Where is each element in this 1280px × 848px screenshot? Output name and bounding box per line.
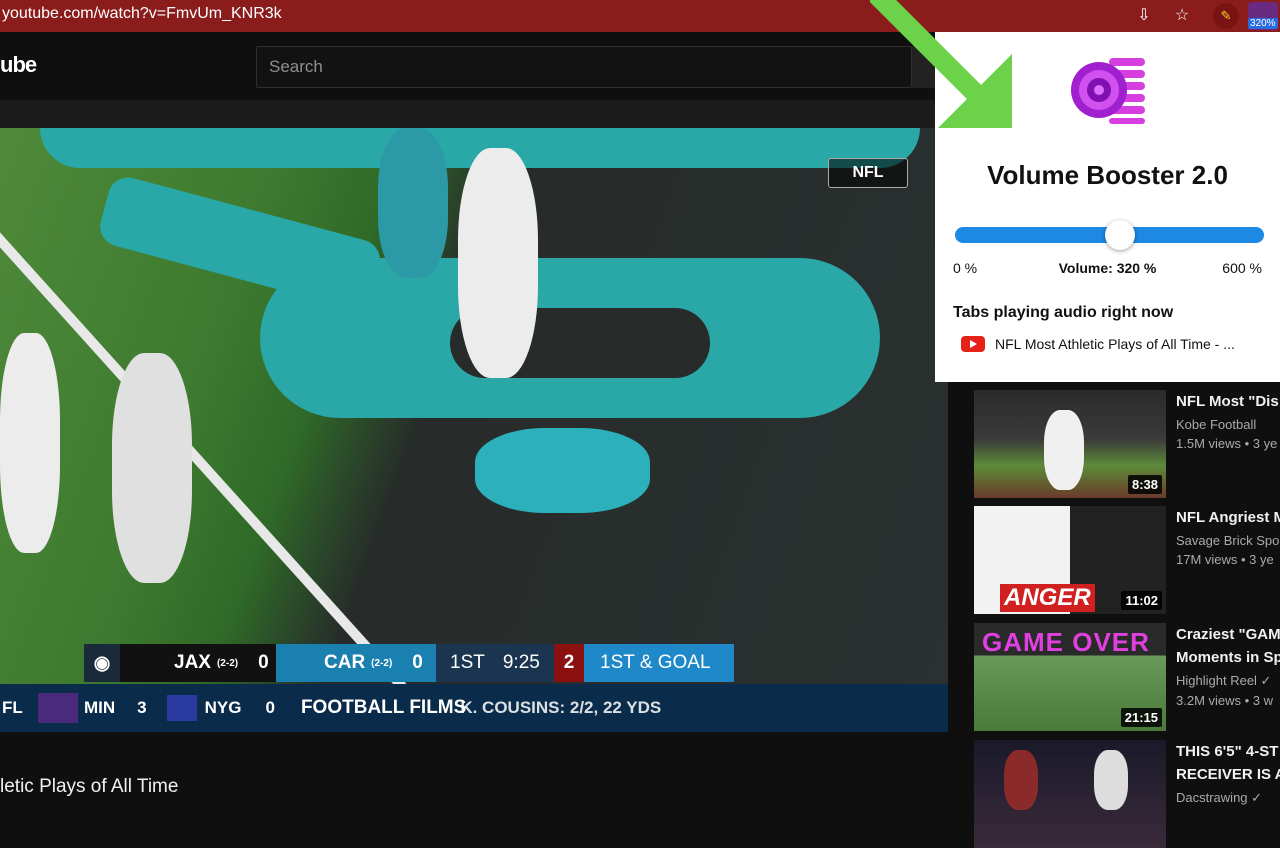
suggestion-item[interactable]: 8:38 NFL Most "Dis Kobe Football 1.5M vi…: [974, 390, 1280, 498]
thumbnail-player: [1004, 750, 1038, 810]
suggestion-info: THIS 6'5" 4-ST RECEIVER IS A Dacstrawing…: [1176, 740, 1280, 806]
score-ticker: FL MIN 3 NYG 0 FOOTBALL FILMS K. COUSINS…: [0, 684, 948, 732]
video-duration: 11:02: [1121, 591, 1162, 610]
ticker-team-a: MIN: [84, 698, 116, 717]
speaker-logo-icon: [1071, 58, 1145, 124]
ticker-label: FL: [2, 698, 23, 717]
tabs-heading: Tabs playing audio right now: [953, 304, 1174, 321]
video-title: letic Plays of All Time: [0, 776, 179, 797]
player: [0, 333, 60, 553]
suggestion-thumbnail[interactable]: GAME OVER 21:15: [974, 623, 1166, 731]
suggestion-title[interactable]: THIS 6'5" 4-ST: [1176, 740, 1280, 763]
bookmark-star-icon[interactable]: ☆: [1171, 4, 1193, 26]
video-player[interactable]: NFL ◉ JAX (2-2) 0 CAR (2-2) 0 1ST 9:25 2…: [0, 128, 948, 732]
cbs-eye-icon: ◉: [84, 644, 120, 682]
slider-max-label: 600 %: [1222, 260, 1262, 276]
suggestion-info: NFL Most "Dis Kobe Football 1.5M views •…: [1176, 390, 1280, 451]
team2-name: CAR: [324, 652, 366, 673]
youtube-icon: [961, 336, 985, 352]
suggestion-title-line2[interactable]: Moments in Sp: [1176, 646, 1280, 669]
extension-badge: 320%: [1248, 18, 1278, 29]
vikings-logo-icon: [38, 693, 78, 723]
network-watermark: NFL: [828, 158, 908, 188]
popup-title: Volume Booster 2.0: [987, 160, 1228, 190]
youtube-logo[interactable]: ube: [0, 52, 37, 78]
suggestion-item[interactable]: ANGER 11:02 NFL Angriest M Savage Brick …: [974, 506, 1280, 614]
thumbnail-player: [1044, 410, 1084, 490]
thumbnail-text: GAME OVER: [982, 627, 1150, 657]
player-top-strip: [0, 100, 948, 128]
suggestion-thumbnail[interactable]: [974, 740, 1166, 848]
team1-score: 0: [258, 652, 269, 673]
browser-toolbar: youtube.com/watch?v=FmvUm_KNR3k ⇩ ☆ ✎ 32…: [0, 0, 1280, 32]
thumbnail-player: [1094, 750, 1128, 810]
suggestion-channel[interactable]: Kobe Football: [1176, 417, 1280, 432]
ticker-team-b-score: 0: [265, 698, 275, 717]
suggestion-info: NFL Angriest M Savage Brick Spo 17M view…: [1176, 506, 1280, 567]
suggestion-title[interactable]: Craziest "GAM: [1176, 623, 1280, 646]
team2-score: 0: [412, 652, 423, 673]
suggestion-channel[interactable]: Savage Brick Spo: [1176, 533, 1280, 548]
audio-tab-item[interactable]: NFL Most Athletic Plays of All Time - ..…: [961, 336, 1235, 352]
suggestion-info: Craziest "GAM Moments in Sp Highlight Re…: [1176, 623, 1280, 708]
down-and-distance: 1ST & GOAL: [584, 644, 734, 682]
ticker-stat: K. COUSINS: 2/2, 22 YDS: [460, 698, 662, 717]
audio-tab-title: NFL Most Athletic Plays of All Time - ..…: [995, 336, 1235, 352]
thumbnail-text: ANGER: [1000, 584, 1095, 612]
clock: 9:25: [502, 652, 540, 673]
suggestion-views: 1.5M views • 3 ye: [1176, 436, 1278, 451]
video-duration: 21:15: [1120, 708, 1162, 727]
player: [475, 428, 650, 513]
player: [378, 128, 448, 278]
giants-logo-icon: [166, 695, 197, 721]
team1-record: (2-2): [216, 657, 239, 669]
suggestion-title-line2[interactable]: RECEIVER IS A: [1176, 763, 1280, 786]
suggestion-channel[interactable]: Dacstrawing ✓: [1176, 790, 1280, 806]
down-number: 2: [554, 644, 584, 682]
suggestion-views: 17M views • 3 ye: [1176, 552, 1274, 567]
game-clock: 1ST 9:25: [436, 644, 554, 682]
video-duration: 8:38: [1127, 475, 1162, 494]
address-bar[interactable]: youtube.com/watch?v=FmvUm_KNR3k: [2, 5, 282, 23]
suggestion-item[interactable]: GAME OVER 21:15 Craziest "GAM Moments in…: [974, 623, 1280, 731]
overlay-watermark-text: FOOTBALL FILMS: [300, 697, 467, 718]
suggestion-item[interactable]: THIS 6'5" 4-ST RECEIVER IS A Dacstrawing…: [974, 740, 1280, 848]
ticker-team-b: NYG: [204, 698, 242, 717]
quarter: 1ST: [450, 652, 485, 673]
search-input[interactable]: [257, 47, 911, 87]
ticker-team-a-score: 3: [137, 698, 147, 717]
player: [112, 353, 192, 583]
volume-slider-thumb[interactable]: [1104, 220, 1135, 250]
search-box: [256, 46, 912, 88]
green-arrow-icon: [870, 0, 1012, 128]
team1-name: JAX: [174, 652, 211, 673]
suggestion-title[interactable]: NFL Most "Dis: [1176, 390, 1280, 413]
suggestion-thumbnail[interactable]: 8:38: [974, 390, 1166, 498]
extension-icon[interactable]: ✎: [1213, 3, 1239, 29]
suggestion-channel[interactable]: Highlight Reel ✓: [1176, 673, 1280, 689]
team1-panel: JAX (2-2) 0: [120, 644, 276, 682]
suggestion-views: 3.2M views • 3 w: [1176, 693, 1274, 708]
scoreboard: ◉ JAX (2-2) 0 CAR (2-2) 0 1ST 9:25 2 1ST…: [84, 644, 734, 682]
team2-record: (2-2): [371, 657, 393, 669]
suggestion-thumbnail[interactable]: ANGER 11:02: [974, 506, 1166, 614]
player: [458, 148, 538, 378]
suggestion-title[interactable]: NFL Angriest M: [1176, 506, 1280, 529]
install-app-icon[interactable]: ⇩: [1133, 4, 1155, 26]
team2-panel: CAR (2-2) 0: [276, 644, 436, 682]
